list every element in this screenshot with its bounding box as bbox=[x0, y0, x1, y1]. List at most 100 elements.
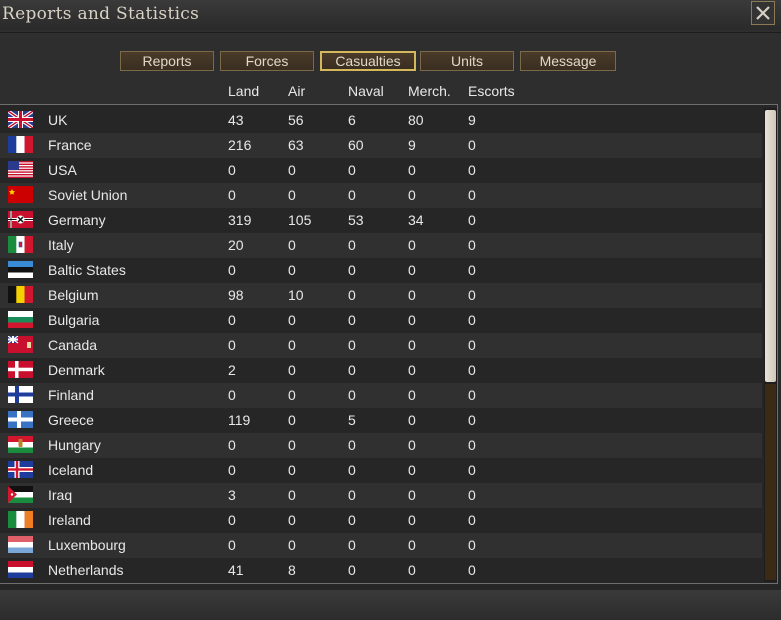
cell-land: 319 bbox=[228, 212, 252, 228]
cell-merch: 0 bbox=[408, 562, 416, 578]
table-row[interactable]: Belgium 98 10 0 0 0 bbox=[0, 283, 762, 308]
column-header-naval[interactable]: Naval bbox=[348, 83, 384, 99]
tab-casualties[interactable]: Casualties bbox=[320, 51, 416, 71]
cell-air: 0 bbox=[288, 337, 296, 353]
country-name: Greece bbox=[48, 412, 94, 428]
cell-merch: 0 bbox=[408, 362, 416, 378]
cell-land: 2 bbox=[228, 362, 236, 378]
table-row[interactable]: Canada 0 0 0 0 0 bbox=[0, 333, 762, 358]
cell-escorts: 0 bbox=[468, 462, 476, 478]
cell-escorts: 0 bbox=[468, 137, 476, 153]
cell-merch: 0 bbox=[408, 312, 416, 328]
title-bar: Reports and Statistics bbox=[0, 0, 781, 30]
country-name: Belgium bbox=[48, 287, 99, 303]
cell-escorts: 0 bbox=[468, 237, 476, 253]
cell-naval: 0 bbox=[348, 362, 356, 378]
table-row[interactable]: Bulgaria 0 0 0 0 0 bbox=[0, 308, 762, 333]
cell-air: 0 bbox=[288, 187, 296, 203]
cell-air: 0 bbox=[288, 162, 296, 178]
cell-land: 0 bbox=[228, 387, 236, 403]
close-button[interactable] bbox=[751, 1, 775, 25]
table-row[interactable]: UK 43 56 6 80 9 bbox=[0, 108, 762, 133]
cell-merch: 0 bbox=[408, 412, 416, 428]
cell-naval: 0 bbox=[348, 487, 356, 503]
greece-flag-icon bbox=[8, 411, 33, 428]
close-icon bbox=[756, 6, 770, 20]
cell-merch: 0 bbox=[408, 487, 416, 503]
table-row[interactable]: Soviet Union 0 0 0 0 0 bbox=[0, 183, 762, 208]
canada-flag-icon bbox=[8, 336, 33, 353]
cell-air: 8 bbox=[288, 562, 296, 578]
table-row[interactable]: Hungary 0 0 0 0 0 bbox=[0, 433, 762, 458]
cell-naval: 0 bbox=[348, 537, 356, 553]
cell-naval: 53 bbox=[348, 212, 364, 228]
table-row[interactable]: Luxembourg 0 0 0 0 0 bbox=[0, 533, 762, 558]
table-row[interactable]: Greece 119 0 5 0 0 bbox=[0, 408, 762, 433]
cell-land: 3 bbox=[228, 487, 236, 503]
country-name: Netherlands bbox=[48, 562, 124, 578]
country-name: UK bbox=[48, 112, 68, 128]
table-row[interactable]: Germany 319 105 53 34 0 bbox=[0, 208, 762, 233]
country-name: Hungary bbox=[48, 437, 101, 453]
table-row[interactable]: USA 0 0 0 0 0 bbox=[0, 158, 762, 183]
cell-land: 0 bbox=[228, 462, 236, 478]
table-row[interactable]: Baltic States 0 0 0 0 0 bbox=[0, 258, 762, 283]
tab-forces[interactable]: Forces bbox=[220, 51, 314, 71]
cell-escorts: 0 bbox=[468, 362, 476, 378]
cell-naval: 5 bbox=[348, 412, 356, 428]
cell-merch: 34 bbox=[408, 212, 424, 228]
cell-merch: 0 bbox=[408, 337, 416, 353]
table-row[interactable]: Italy 20 0 0 0 0 bbox=[0, 233, 762, 258]
table-row[interactable]: France 216 63 60 9 0 bbox=[0, 133, 762, 158]
soviet-flag-icon bbox=[8, 186, 33, 203]
cell-naval: 0 bbox=[348, 437, 356, 453]
netherlands-flag-icon bbox=[8, 561, 33, 578]
column-header-land[interactable]: Land bbox=[228, 83, 259, 99]
column-header-merch[interactable]: Merch. bbox=[408, 83, 451, 99]
cell-escorts: 0 bbox=[468, 537, 476, 553]
cell-escorts: 0 bbox=[468, 437, 476, 453]
table-row[interactable]: Finland 0 0 0 0 0 bbox=[0, 383, 762, 408]
cell-merch: 0 bbox=[408, 187, 416, 203]
cell-air: 0 bbox=[288, 362, 296, 378]
scrollbar-thumb[interactable] bbox=[765, 110, 776, 382]
cell-air: 0 bbox=[288, 387, 296, 403]
cell-land: 0 bbox=[228, 337, 236, 353]
ireland-flag-icon bbox=[8, 511, 33, 528]
cell-naval: 0 bbox=[348, 187, 356, 203]
cell-escorts: 0 bbox=[468, 212, 476, 228]
cell-land: 41 bbox=[228, 562, 244, 578]
column-header-escorts[interactable]: Escorts bbox=[468, 83, 515, 99]
column-header-row: Land Air Naval Merch. Escorts bbox=[0, 83, 781, 99]
cell-land: 0 bbox=[228, 537, 236, 553]
cell-merch: 0 bbox=[408, 462, 416, 478]
cell-air: 0 bbox=[288, 512, 296, 528]
cell-air: 0 bbox=[288, 537, 296, 553]
scrollbar-track[interactable] bbox=[765, 384, 776, 580]
country-name: USA bbox=[48, 162, 77, 178]
cell-merch: 0 bbox=[408, 262, 416, 278]
country-name: Italy bbox=[48, 237, 74, 253]
table-row[interactable]: Iceland 0 0 0 0 0 bbox=[0, 458, 762, 483]
cell-escorts: 0 bbox=[468, 162, 476, 178]
cell-escorts: 0 bbox=[468, 562, 476, 578]
window-title: Reports and Statistics bbox=[2, 4, 200, 24]
cell-air: 63 bbox=[288, 137, 304, 153]
tab-reports[interactable]: Reports bbox=[120, 51, 214, 71]
country-name: Ireland bbox=[48, 512, 91, 528]
cell-land: 119 bbox=[228, 412, 251, 428]
cell-air: 0 bbox=[288, 437, 296, 453]
column-header-air[interactable]: Air bbox=[288, 83, 305, 99]
table-row[interactable]: Denmark 2 0 0 0 0 bbox=[0, 358, 762, 383]
table-row[interactable]: Iraq 3 0 0 0 0 bbox=[0, 483, 762, 508]
tab-message[interactable]: Message bbox=[520, 51, 616, 71]
table-row[interactable]: Ireland 0 0 0 0 0 bbox=[0, 508, 762, 533]
vertical-scrollbar[interactable] bbox=[764, 108, 777, 582]
casualties-table: UK 43 56 6 80 9 France 216 63 60 9 0 USA 0 0 0 0 0 Soviet … bbox=[0, 108, 762, 583]
cell-escorts: 0 bbox=[468, 337, 476, 353]
finland-flag-icon bbox=[8, 386, 33, 403]
uk-flag-icon bbox=[8, 111, 33, 128]
tab-units[interactable]: Units bbox=[420, 51, 514, 71]
table-row[interactable]: Netherlands 41 8 0 0 0 bbox=[0, 558, 762, 583]
cell-merch: 0 bbox=[408, 287, 416, 303]
